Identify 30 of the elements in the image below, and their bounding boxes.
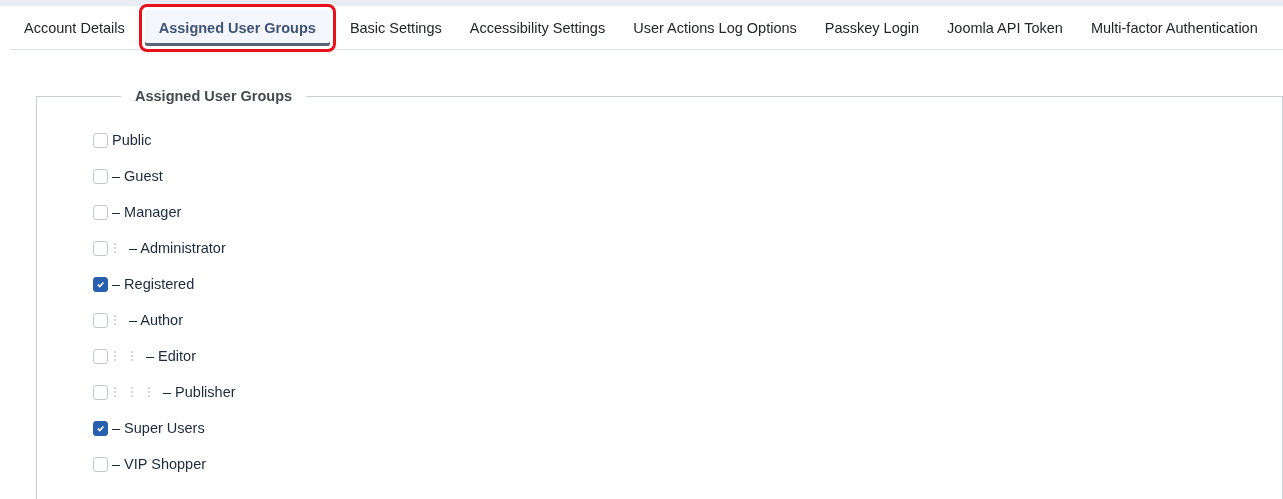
tab[interactable]: Basic Settings [335, 6, 456, 49]
tab[interactable]: Account Details [10, 6, 139, 49]
group-label: – Editor [146, 348, 196, 364]
group-label: – VIP Shopper [112, 456, 207, 472]
group-label: – Author [129, 312, 183, 328]
check-icon [96, 423, 105, 433]
checkbox[interactable] [93, 276, 108, 292]
group-label: – Guest [112, 168, 163, 184]
tab[interactable]: User Actions Log Options [619, 6, 811, 49]
group-label: – Administrator [129, 240, 226, 256]
group-label: Public [112, 132, 152, 148]
group-label: – Registered [112, 276, 195, 292]
tab[interactable]: Joomla API Token [933, 6, 1077, 49]
checkbox[interactable] [93, 420, 108, 436]
checkbox[interactable] [93, 348, 108, 364]
checkbox[interactable] [93, 456, 108, 472]
group-label: – Publisher [163, 384, 236, 400]
tab[interactable]: Multi-factor Authentication [1076, 6, 1272, 49]
fieldset-legend: Assigned User Groups [121, 88, 307, 104]
check-icon [96, 279, 105, 289]
tab[interactable]: Passkey Login [810, 6, 934, 49]
checkbox[interactable] [93, 240, 108, 256]
group-label: – Manager [112, 204, 182, 220]
checkbox[interactable] [93, 312, 108, 328]
checkbox[interactable] [93, 168, 108, 184]
group-label: – Super Users [112, 420, 205, 436]
tab[interactable]: Accessibility Settings [455, 6, 620, 49]
checkbox[interactable] [93, 384, 108, 400]
checkbox[interactable] [93, 132, 108, 148]
checkbox[interactable] [93, 204, 108, 220]
